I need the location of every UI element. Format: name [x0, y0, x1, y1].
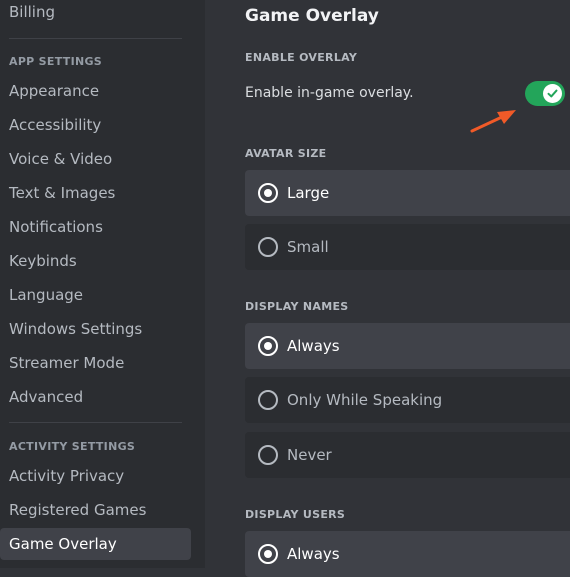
sidebar-item-notifications[interactable]: Notifications — [0, 211, 191, 243]
settings-sidebar: Billing APP SETTINGS Appearance Accessib… — [0, 0, 205, 568]
sidebar-item-windows-settings[interactable]: Windows Settings — [0, 313, 191, 345]
radio-button — [258, 544, 278, 564]
display-names-option-never[interactable]: Never — [245, 432, 570, 478]
sidebar-item-billing[interactable]: Billing — [0, 0, 191, 28]
page-title: Game Overlay — [245, 6, 379, 26]
radio-label: Only While Speaking — [287, 391, 443, 409]
sidebar-item-keybinds[interactable]: Keybinds — [0, 245, 191, 277]
radio-button — [258, 183, 278, 203]
display-names-option-always[interactable]: Always — [245, 323, 570, 369]
sidebar-item-voice-video[interactable]: Voice & Video — [0, 143, 191, 175]
radio-label: Small — [287, 238, 329, 256]
sidebar-item-appearance[interactable]: Appearance — [0, 75, 191, 107]
radio-selected-dot — [264, 342, 272, 350]
sidebar-item-accessibility[interactable]: Accessibility — [0, 109, 191, 141]
enable-overlay-toggle[interactable] — [525, 81, 565, 106]
sidebar-divider — [9, 38, 182, 39]
radio-label: Large — [287, 184, 330, 202]
sidebar-item-activity-privacy[interactable]: Activity Privacy — [0, 460, 191, 492]
radio-button — [258, 336, 278, 356]
sidebar-divider — [9, 422, 182, 423]
avatar-size-option-small[interactable]: Small — [245, 224, 570, 270]
check-icon — [547, 89, 558, 98]
radio-label: Never — [287, 446, 332, 464]
radio-label: Always — [287, 545, 340, 563]
avatar-size-label: AVATAR SIZE — [245, 147, 327, 160]
annotation-arrow-icon — [470, 110, 516, 133]
avatar-size-option-large[interactable]: Large — [245, 170, 570, 216]
display-names-option-only-while-speaking[interactable]: Only While Speaking — [245, 377, 570, 423]
display-users-label: DISPLAY USERS — [245, 508, 346, 521]
app-settings-header: APP SETTINGS — [9, 55, 103, 68]
radio-selected-dot — [264, 189, 272, 197]
settings-content: Game Overlay ENABLE OVERLAY Enable in-ga… — [205, 0, 570, 577]
activity-settings-header: ACTIVITY SETTINGS — [9, 440, 136, 453]
radio-button — [258, 237, 278, 257]
display-users-option-always[interactable]: Always — [245, 531, 570, 577]
sidebar-item-registered-games[interactable]: Registered Games — [0, 494, 191, 526]
sidebar-item-advanced[interactable]: Advanced — [0, 381, 191, 413]
sidebar-item-language[interactable]: Language — [0, 279, 191, 311]
toggle-knob — [543, 84, 562, 103]
radio-button — [258, 390, 278, 410]
radio-label: Always — [287, 337, 340, 355]
enable-overlay-label: ENABLE OVERLAY — [245, 51, 358, 64]
sidebar-item-game-overlay[interactable]: Game Overlay — [0, 528, 191, 560]
radio-selected-dot — [264, 550, 272, 558]
enable-overlay-text: Enable in-game overlay. — [245, 85, 414, 101]
radio-button — [258, 445, 278, 465]
sidebar-item-text-images[interactable]: Text & Images — [0, 177, 191, 209]
sidebar-item-streamer-mode[interactable]: Streamer Mode — [0, 347, 191, 379]
display-names-label: DISPLAY NAMES — [245, 300, 349, 313]
